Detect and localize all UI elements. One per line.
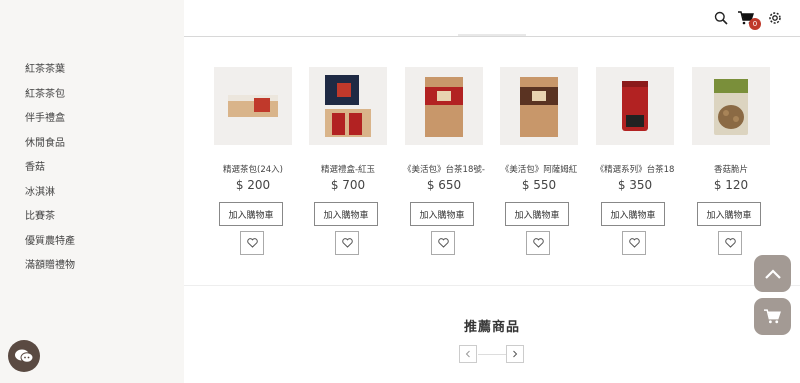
carousel-next-button[interactable] — [506, 345, 524, 363]
product-price: $ 200 — [235, 178, 271, 192]
heart-icon — [341, 238, 353, 248]
sidebar-item-farm-products[interactable]: 優質農特產 — [25, 236, 75, 261]
chat-button[interactable] — [8, 340, 40, 372]
product-image[interactable] — [405, 67, 483, 145]
main-content: 0 精選茶包(24入) $ 200 加入購物車 精選禮盒-紅玉 $ 700 加入… — [184, 0, 800, 383]
chevron-up-icon — [764, 268, 781, 279]
product-price: $ 700 — [330, 178, 366, 192]
favorite-button[interactable] — [622, 231, 646, 255]
product-name[interactable]: 《美活包》阿薩姆紅 — [490, 163, 588, 175]
heart-icon — [246, 238, 258, 248]
search-icon[interactable] — [714, 10, 730, 26]
add-to-cart-button[interactable]: 加入購物車 — [601, 202, 665, 226]
floating-cart-button[interactable] — [754, 298, 791, 335]
product-price: $ 550 — [521, 178, 557, 192]
header-bar: 0 — [184, 0, 800, 37]
add-to-cart-button[interactable]: 加入購物車 — [697, 202, 761, 226]
heart-icon — [532, 238, 544, 248]
product-card: 《美活包》台茶18號- $ 650 加入購物車 — [403, 67, 485, 255]
cart-count-badge: 0 — [749, 18, 761, 30]
product-card: 《美活包》阿薩姆紅 $ 550 加入購物車 — [500, 67, 578, 255]
product-card: 《精選系列》台茶18 $ 350 加入購物車 — [596, 67, 674, 255]
favorite-button[interactable] — [335, 231, 359, 255]
product-price: $ 120 — [713, 178, 749, 192]
favorite-button[interactable] — [240, 231, 264, 255]
favorite-button[interactable] — [526, 231, 550, 255]
favorite-button[interactable] — [431, 231, 455, 255]
scroll-to-top-button[interactable] — [754, 255, 791, 292]
product-image[interactable] — [214, 67, 292, 145]
heart-icon — [724, 238, 736, 248]
product-name[interactable]: 《精選系列》台茶18 — [586, 163, 684, 175]
sidebar: 紅茶茶葉 紅茶茶包 伴手禮盒 休閒食品 香菇 冰淇淋 比賽茶 優質農特產 滿額贈… — [0, 0, 184, 383]
product-name[interactable]: 香菇脆片 — [682, 163, 780, 175]
gear-icon[interactable] — [768, 10, 784, 26]
product-name[interactable]: 精選禮盒-紅玉 — [299, 163, 397, 175]
sidebar-item-competition-tea[interactable]: 比賽茶 — [25, 211, 75, 236]
add-to-cart-button[interactable]: 加入購物車 — [314, 202, 378, 226]
product-name[interactable]: 《美活包》台茶18號- — [395, 163, 493, 175]
heart-icon — [628, 238, 640, 248]
category-list: 紅茶茶葉 紅茶茶包 伴手禮盒 休閒食品 香菇 冰淇淋 比賽茶 優質農特產 滿額贈… — [25, 64, 75, 285]
product-image[interactable] — [500, 67, 578, 145]
product-card: 香菇脆片 $ 120 加入購物車 — [692, 67, 770, 255]
chat-bubbles-icon — [15, 349, 34, 363]
sidebar-item-bonus-gifts[interactable]: 滿額贈禮物 — [25, 260, 75, 285]
carousel-prev-button[interactable] — [459, 345, 477, 363]
cart-icon — [764, 309, 781, 324]
product-image[interactable] — [309, 67, 387, 145]
chevron-left-icon — [465, 350, 470, 358]
sidebar-item-black-tea-bags[interactable]: 紅茶茶包 — [25, 89, 75, 114]
sidebar-item-black-tea-leaves[interactable]: 紅茶茶葉 — [25, 64, 75, 89]
product-image[interactable] — [692, 67, 770, 145]
sidebar-item-ice-cream[interactable]: 冰淇淋 — [25, 187, 75, 212]
section-divider — [184, 285, 800, 286]
header-divider — [458, 34, 526, 36]
product-price: $ 650 — [426, 178, 462, 192]
product-name[interactable]: 精選茶包(24入) — [204, 163, 302, 175]
product-price: $ 350 — [617, 178, 653, 192]
sidebar-item-gift-boxes[interactable]: 伴手禮盒 — [25, 113, 75, 138]
sidebar-item-mushrooms[interactable]: 香菇 — [25, 162, 75, 187]
chevron-right-icon — [513, 350, 518, 358]
recommended-title: 推薦商品 — [463, 320, 520, 335]
add-to-cart-button[interactable]: 加入購物車 — [219, 202, 283, 226]
cart-button[interactable]: 0 — [738, 10, 761, 30]
sidebar-item-snacks[interactable]: 休閒食品 — [25, 138, 75, 163]
add-to-cart-button[interactable]: 加入購物車 — [505, 202, 569, 226]
heart-icon — [437, 238, 449, 248]
product-image[interactable] — [596, 67, 674, 145]
favorite-button[interactable] — [718, 231, 742, 255]
product-card: 精選禮盒-紅玉 $ 700 加入購物車 — [309, 67, 387, 255]
product-card: 精選茶包(24入) $ 200 加入購物車 — [214, 67, 292, 255]
add-to-cart-button[interactable]: 加入購物車 — [410, 202, 474, 226]
